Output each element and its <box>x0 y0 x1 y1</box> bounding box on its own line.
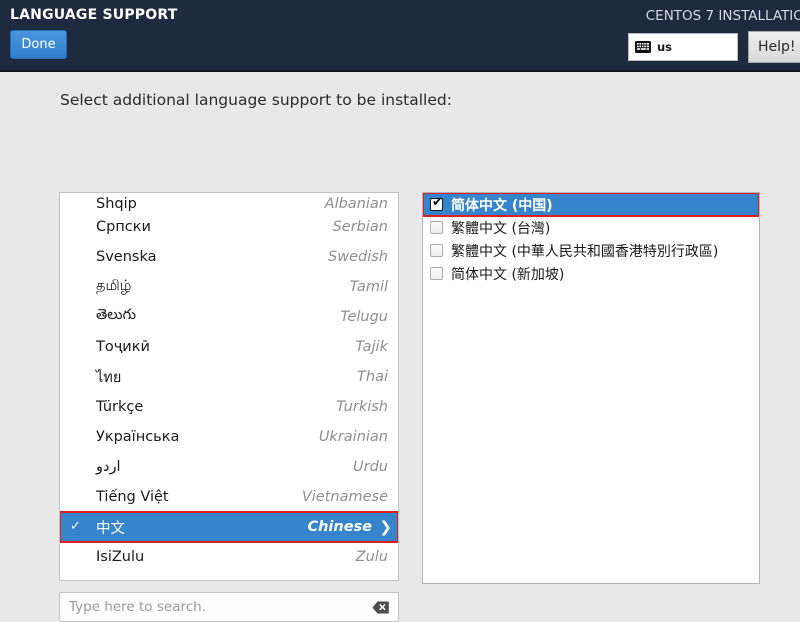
locale-checkbox[interactable]: ✔ <box>430 244 443 257</box>
language-native-name: Українська <box>96 429 180 445</box>
locale-row[interactable]: ✔ 简体中文 (新加坡) <box>423 262 759 285</box>
language-row[interactable]: ✓ТоҷикӣTajik❯ <box>60 332 398 362</box>
chevron-right-icon: ❯ <box>379 518 392 536</box>
keyboard-layout-label: us <box>657 40 673 54</box>
language-native-name: Türkçe <box>96 399 144 415</box>
language-english-name: Telugu <box>340 309 388 325</box>
language-row[interactable]: ✓ 中文 Chinese ❯ <box>60 511 398 543</box>
language-row[interactable]: ✓SvenskaSwedish❯ <box>60 242 398 272</box>
language-native-name: తెలుగు <box>96 307 137 323</box>
language-row[interactable]: ✓தமிழ்Tamil❯ <box>60 272 398 302</box>
keyboard-layout-indicator[interactable]: us <box>628 33 738 61</box>
keyboard-icon <box>635 41 651 53</box>
search-placeholder: Type here to search. <box>69 599 206 615</box>
language-row[interactable]: ✓Tiếng ViệtVietnamese❯ <box>60 482 398 512</box>
locale-label: 繁體中文 (中華人民共和國香港特別行政區) <box>451 243 719 260</box>
language-english-name: Tamil <box>349 279 388 295</box>
locale-checkbox[interactable]: ✔ <box>430 195 443 211</box>
locale-checkbox[interactable]: ✔ <box>430 267 443 280</box>
language-row[interactable]: ✓TürkçeTurkish❯ <box>60 392 398 422</box>
content-area: Select additional language support to be… <box>0 72 800 622</box>
language-native-name: தமிழ் <box>96 278 132 294</box>
search-input[interactable]: Type here to search. <box>59 592 399 622</box>
locale-label: 简体中文 (中国) <box>451 197 553 214</box>
language-native-name: 中文 <box>96 520 125 537</box>
language-native-name: Shqip <box>96 196 137 212</box>
help-button-label: Help! <box>758 39 796 55</box>
done-button[interactable]: Done <box>10 30 67 59</box>
language-row[interactable]: ✓اردوUrdu❯ <box>60 452 398 482</box>
language-row[interactable]: ✓ไทยThai❯ <box>60 362 398 392</box>
language-row[interactable]: ✓IsiZuluZulu❯ <box>60 542 398 572</box>
page-title: LANGUAGE SUPPORT <box>10 7 178 23</box>
language-native-name: ไทย <box>96 369 122 386</box>
locale-row[interactable]: ✔ 繁體中文 (台灣) <box>423 216 759 239</box>
language-english-name: Ukrainian <box>318 429 388 445</box>
language-selected-check-icon: ✓ <box>70 519 81 534</box>
language-english-name: Urdu <box>353 459 388 475</box>
locale-row[interactable]: ✔ 简体中文 (中国) <box>423 193 759 217</box>
language-row[interactable]: ✓తెలుగుTelugu❯ <box>60 302 398 332</box>
language-row[interactable]: ✓ShqipAlbanian❯ <box>60 193 398 212</box>
instruction-text: Select additional language support to be… <box>60 91 452 109</box>
language-english-name: Zulu <box>355 549 388 565</box>
language-row[interactable]: ✓СрпскиSerbian❯ <box>60 212 398 242</box>
language-native-name: اردو <box>96 459 121 475</box>
language-english-name: Vietnamese <box>301 489 388 505</box>
language-row[interactable]: ✓УкраїнськаUkrainian❯ <box>60 422 398 452</box>
locale-row[interactable]: ✔ 繁體中文 (中華人民共和國香港特別行政區) <box>423 239 759 262</box>
clear-backspace-icon[interactable] <box>372 601 389 614</box>
language-native-name: IsiZulu <box>96 549 145 565</box>
language-english-name: Albanian <box>324 196 388 212</box>
language-native-name: Српски <box>96 219 151 235</box>
locale-label: 繁體中文 (台灣) <box>451 220 551 237</box>
locale-label: 简体中文 (新加坡) <box>451 266 565 283</box>
product-title: CENTOS 7 INSTALLATION <box>645 8 800 24</box>
language-native-name: Svenska <box>96 249 157 265</box>
help-button[interactable]: Help! <box>748 31 800 63</box>
language-list-panel[interactable]: ✓ShqipAlbanian❯✓СрпскиSerbian❯✓SvenskaSw… <box>59 192 399 581</box>
language-english-name: Chinese <box>307 519 372 535</box>
language-native-name: Тоҷикӣ <box>96 339 150 355</box>
language-english-name: Thai <box>357 369 388 385</box>
language-english-name: Serbian <box>332 219 388 235</box>
language-english-name: Swedish <box>328 249 388 265</box>
locale-list-panel[interactable]: ✔ 简体中文 (中国) ✔ 繁體中文 (台灣) ✔ 繁體中文 (中華人民共和國香港特別行政… <box>422 192 760 584</box>
language-english-name: Turkish <box>336 399 388 415</box>
installer-header: LANGUAGE SUPPORT CENTOS 7 INSTALLATION D… <box>0 0 800 72</box>
language-native-name: Tiếng Việt <box>96 489 169 505</box>
language-english-name: Tajik <box>355 339 388 355</box>
locale-checkbox[interactable]: ✔ <box>430 221 443 234</box>
done-button-label: Done <box>21 37 56 52</box>
checkmark-icon: ✔ <box>432 195 443 210</box>
